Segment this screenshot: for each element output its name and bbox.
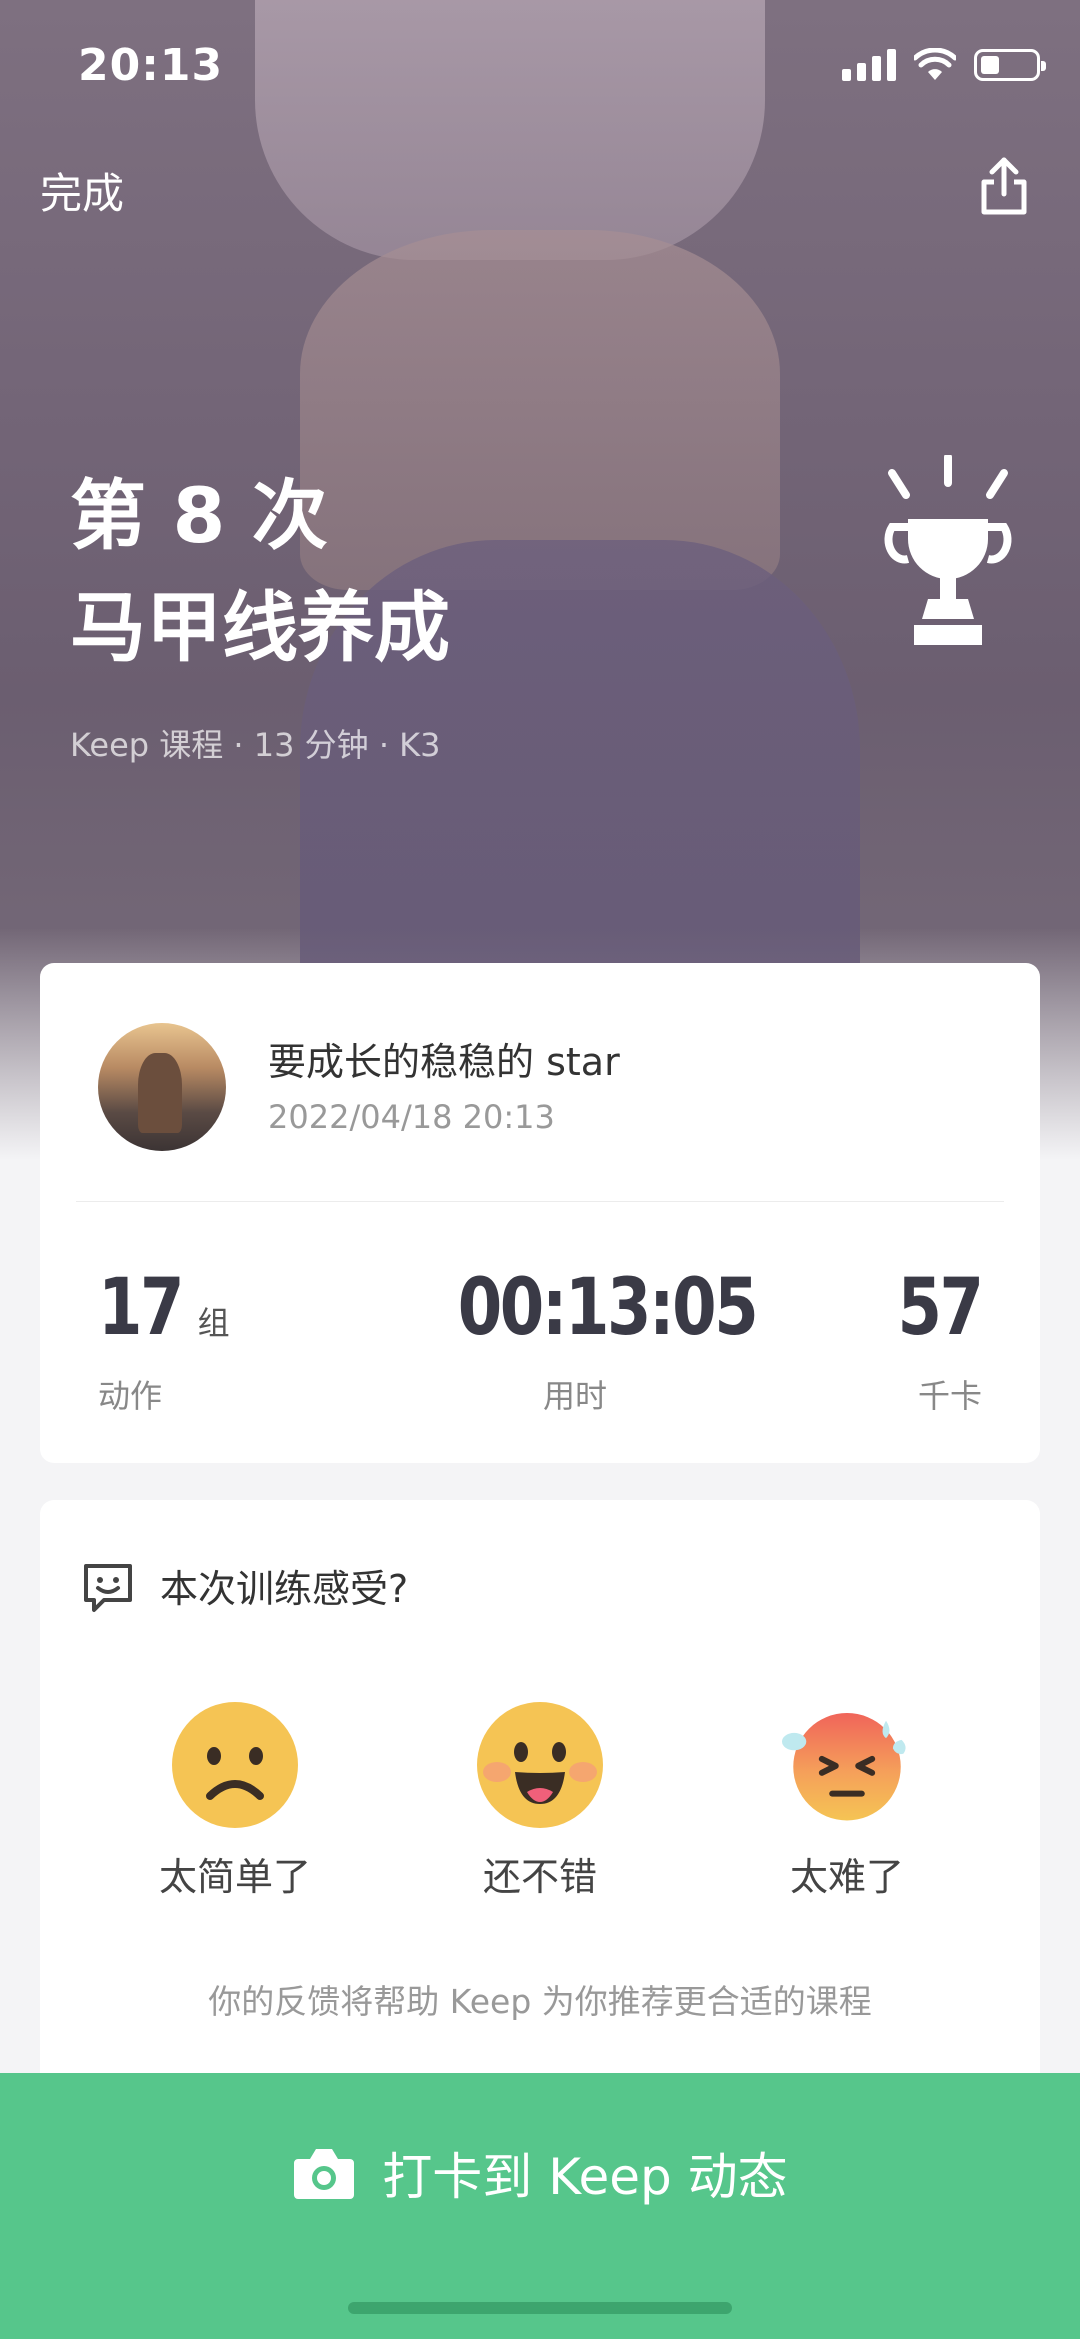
- wifi-icon: [914, 48, 956, 80]
- calories-value: 57: [897, 1263, 985, 1353]
- feedback-card: 本次训练感受? 太简单了 还不错 太难了 你的反馈将帮助 Keep 为你推荐更合…: [40, 1500, 1040, 2110]
- workout-datetime: 2022/04/18 20:13: [268, 1098, 555, 1136]
- stat-calories: 57 千卡: [879, 1263, 985, 1417]
- workout-meta: Keep 课程 · 13 分钟 · K3: [70, 726, 441, 764]
- sets-unit: 组: [197, 1304, 230, 1342]
- checkin-label: 打卡到 Keep 动态: [382, 2148, 788, 2206]
- divider: [76, 1201, 1004, 1202]
- camera-icon: [294, 2149, 355, 2199]
- mood-label: 太简单了: [158, 1855, 311, 1899]
- feedback-option-too-easy[interactable]: 太简单了: [115, 1700, 355, 1901]
- user-name: 要成长的稳稳的 star: [268, 1040, 620, 1084]
- workout-title: 第 8 次 马甲线养成: [70, 460, 450, 684]
- signal-icon: [842, 49, 896, 81]
- duration-value: 00:13:05: [457, 1263, 759, 1353]
- workout-count: 第 8 次: [70, 471, 328, 560]
- checkin-content: 打卡到 Keep 动态: [292, 2133, 788, 2213]
- duration-label: 用时: [542, 1377, 607, 1415]
- sets-label: 动作: [98, 1377, 163, 1415]
- feedback-title: 本次训练感受?: [160, 1567, 409, 1611]
- feedback-chat-icon: [84, 1564, 132, 1612]
- trophy-icon: [884, 455, 1012, 645]
- battery-icon: [974, 49, 1046, 81]
- calories-label: 千卡: [917, 1377, 982, 1415]
- checkin-button[interactable]: 打卡到 Keep 动态: [0, 2073, 1080, 2339]
- share-button[interactable]: [968, 150, 1040, 222]
- mood-label: 太难了: [789, 1855, 904, 1899]
- workout-summary-card: 要成长的稳稳的 star 2022/04/18 20:13 17 组 动作 00…: [40, 963, 1040, 1463]
- home-indicator[interactable]: [348, 2302, 732, 2314]
- share-icon: [981, 157, 1027, 215]
- done-button[interactable]: 完成: [40, 160, 124, 221]
- feedback-option-too-hard[interactable]: 太难了: [727, 1700, 967, 1901]
- feedback-hint: 你的反馈将帮助 Keep 为你推荐更合适的课程: [208, 1982, 872, 2021]
- status-bar: 20:13: [0, 0, 1080, 130]
- stat-duration: 00:13:05 用时: [425, 1263, 759, 1417]
- feedback-option-good[interactable]: 还不错: [420, 1700, 660, 1901]
- sets-value: 17: [98, 1263, 185, 1353]
- mood-label: 还不错: [482, 1855, 597, 1899]
- stat-sets: 17 组 动作: [98, 1263, 230, 1417]
- workout-name: 马甲线养成: [70, 583, 450, 672]
- sweating-face-icon: [782, 1713, 906, 1821]
- status-time: 20:13: [78, 39, 224, 91]
- smile-face-icon: [477, 1702, 603, 1828]
- avatar[interactable]: [98, 1023, 226, 1151]
- frown-face-icon: [172, 1702, 298, 1828]
- status-icons: [842, 48, 1046, 82]
